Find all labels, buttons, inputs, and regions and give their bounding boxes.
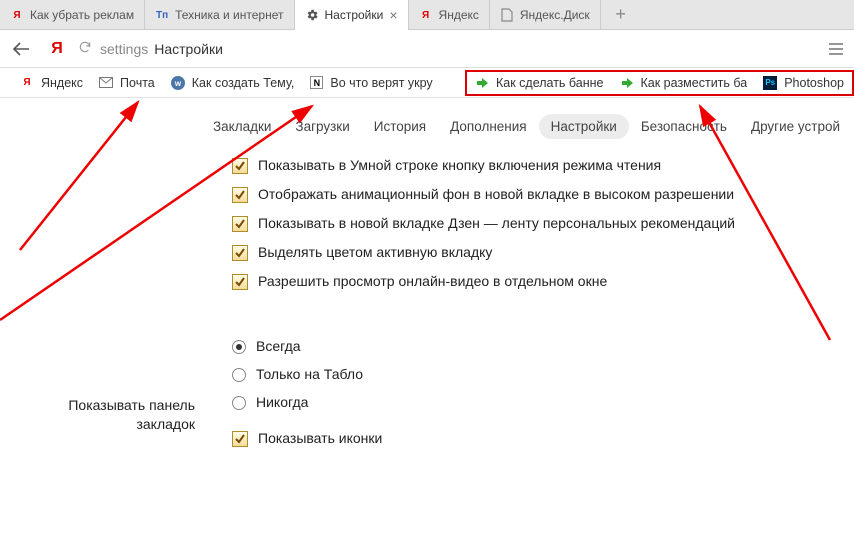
radio[interactable] bbox=[232, 396, 246, 410]
yandex-icon: Я bbox=[20, 76, 34, 90]
option-row: Отображать анимационный фон в новой вкла… bbox=[232, 186, 854, 203]
photoshop-icon: Ps bbox=[763, 76, 777, 90]
close-icon[interactable]: × bbox=[389, 7, 397, 23]
option-row: Показывать в Умной строке кнопку включен… bbox=[232, 157, 854, 174]
radio-row: Никогда bbox=[232, 394, 854, 410]
gear-icon bbox=[305, 8, 319, 22]
subnav-other[interactable]: Другие устрой bbox=[739, 114, 852, 139]
checkbox-checked[interactable] bbox=[232, 187, 248, 203]
bookmark-label: Как разместить ба bbox=[641, 76, 748, 90]
bookmark-label: Яндекс bbox=[41, 76, 83, 90]
bookmark-item[interactable]: Я Яндекс bbox=[12, 76, 91, 90]
option-label: Показывать в новой вкладке Дзен — ленту … bbox=[258, 215, 735, 231]
reload-icon[interactable] bbox=[78, 40, 92, 57]
bookmark-item[interactable]: Почта bbox=[91, 76, 163, 90]
subnav-addons[interactable]: Дополнения bbox=[438, 114, 538, 139]
arrow-right-icon bbox=[475, 76, 489, 90]
menu-icon[interactable] bbox=[818, 43, 854, 55]
radio[interactable] bbox=[232, 368, 246, 382]
bookmark-item[interactable]: Как сделать банне bbox=[467, 76, 612, 90]
tab-3[interactable]: Я Яндекс bbox=[409, 0, 490, 30]
yandex-logo-icon[interactable]: Я bbox=[42, 40, 72, 58]
radio-label: Только на Табло bbox=[256, 366, 363, 382]
back-button[interactable] bbox=[0, 42, 42, 56]
document-icon bbox=[500, 8, 514, 22]
site-icon: N bbox=[310, 76, 323, 89]
option-row: Разрешить просмотр онлайн-видео в отдель… bbox=[232, 273, 854, 290]
arrow-right-icon bbox=[620, 76, 634, 90]
checkbox-checked[interactable] bbox=[232, 274, 248, 290]
tab-strip: Я Как убрать реклам Tп Техника и интерне… bbox=[0, 0, 854, 30]
url-path: settings bbox=[100, 41, 148, 57]
radio-label: Всегда bbox=[256, 338, 301, 354]
url-title: Настройки bbox=[154, 41, 223, 57]
bookmark-label: Почта bbox=[120, 76, 155, 90]
checkbox-checked[interactable] bbox=[232, 158, 248, 174]
tab-label: Как убрать реклам bbox=[30, 8, 134, 22]
tab-2-active[interactable]: Настройки × bbox=[295, 0, 409, 30]
site-icon: Tп bbox=[155, 8, 169, 22]
address-bar[interactable]: settings Настройки bbox=[72, 40, 818, 57]
option-row: Выделять цветом активную вкладку bbox=[232, 244, 854, 261]
checkbox-checked[interactable] bbox=[232, 216, 248, 232]
option-label: Разрешить просмотр онлайн-видео в отдель… bbox=[258, 273, 607, 289]
yandex-icon: Я bbox=[419, 8, 433, 22]
radio-selected[interactable] bbox=[232, 340, 246, 354]
option-label: Отображать анимационный фон в новой вкла… bbox=[258, 186, 734, 202]
bookmark-item[interactable]: N Во что верят укру bbox=[302, 76, 440, 90]
option-label: Показывать иконки bbox=[258, 430, 382, 446]
bookmarks-bar: Я Яндекс Почта w Как создать Тему, N Во … bbox=[0, 68, 854, 98]
section-label: Показывать панель закладок bbox=[50, 396, 195, 434]
option-label: Показывать в Умной строке кнопку включен… bbox=[258, 157, 661, 173]
tab-label: Настройки bbox=[325, 8, 384, 22]
vk-icon: w bbox=[171, 76, 185, 90]
bookmark-item[interactable]: Как разместить ба bbox=[612, 76, 756, 90]
radio-row: Всегда bbox=[232, 338, 854, 354]
subnav-bookmarks[interactable]: Закладки bbox=[201, 114, 283, 139]
subnav-history[interactable]: История bbox=[362, 114, 438, 139]
option-row: Показывать иконки bbox=[232, 430, 854, 447]
radio-row: Только на Табло bbox=[232, 366, 854, 382]
tab-label: Яндекс.Диск bbox=[520, 8, 590, 22]
bookmark-item[interactable]: w Как создать Тему, bbox=[163, 76, 303, 90]
new-tab-button[interactable]: + bbox=[601, 0, 641, 29]
bookmark-label: Как создать Тему, bbox=[192, 76, 295, 90]
checkbox-checked[interactable] bbox=[232, 245, 248, 261]
nav-bar: Я settings Настройки bbox=[0, 30, 854, 68]
option-label: Выделять цветом активную вкладку bbox=[258, 244, 492, 260]
svg-text:w: w bbox=[174, 79, 182, 88]
tab-label: Техника и интернет bbox=[175, 8, 283, 22]
bookmarks-highlight-box: Как сделать банне Как разместить ба Ps P… bbox=[465, 70, 854, 96]
settings-subnav: Закладки Загрузки История Дополнения Нас… bbox=[0, 98, 854, 149]
tab-4[interactable]: Яндекс.Диск bbox=[490, 0, 601, 30]
yandex-icon: Я bbox=[10, 8, 24, 22]
mail-icon bbox=[99, 76, 113, 90]
checkbox-checked[interactable] bbox=[232, 431, 248, 447]
tab-0[interactable]: Я Как убрать реклам bbox=[0, 0, 145, 30]
tab-1[interactable]: Tп Техника и интернет bbox=[145, 0, 294, 30]
subnav-downloads[interactable]: Загрузки bbox=[283, 114, 361, 139]
bookmark-item[interactable]: Ps Photoshop bbox=[755, 76, 852, 90]
subnav-security[interactable]: Безопасность bbox=[629, 114, 739, 139]
bookmark-label: Photoshop bbox=[784, 76, 844, 90]
tab-label: Яндекс bbox=[439, 8, 479, 22]
bookmark-label: Как сделать банне bbox=[496, 76, 604, 90]
subnav-settings[interactable]: Настройки bbox=[539, 114, 629, 139]
option-row: Показывать в новой вкладке Дзен — ленту … bbox=[232, 215, 854, 232]
bookmark-label: Во что верят укру bbox=[330, 76, 432, 90]
radio-label: Никогда bbox=[256, 394, 308, 410]
